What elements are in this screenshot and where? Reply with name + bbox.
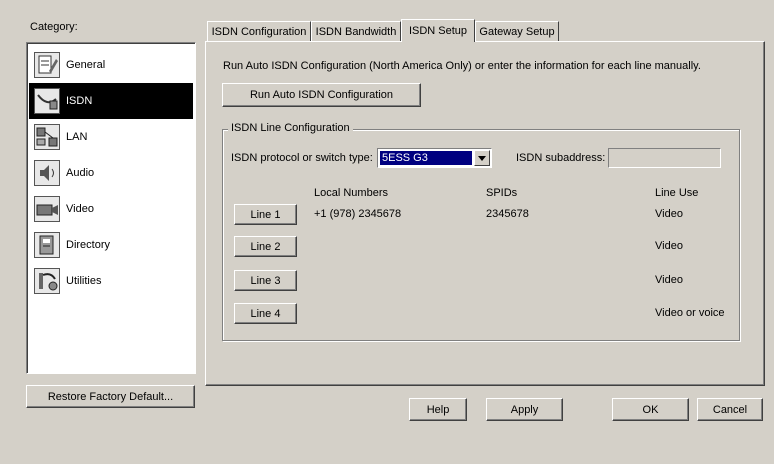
line-1-use: Video xyxy=(655,208,683,220)
category-item-label: Utilities xyxy=(66,275,102,287)
restore-factory-default-button[interactable]: Restore Factory Default... xyxy=(26,385,195,408)
ok-button[interactable]: OK xyxy=(612,398,689,421)
lan-icon xyxy=(34,124,60,150)
subaddress-label: ISDN subaddress: xyxy=(516,152,606,164)
utilities-icon xyxy=(34,268,60,294)
category-item-isdn[interactable]: ISDN xyxy=(29,83,193,119)
category-item-label: LAN xyxy=(66,131,88,143)
tab-gateway-setup[interactable]: Gateway Setup xyxy=(475,21,559,41)
help-button[interactable]: Help xyxy=(409,398,467,421)
tab-isdn-configuration[interactable]: ISDN Configuration xyxy=(207,21,311,41)
intro-text: Run Auto ISDN Configuration (North Ameri… xyxy=(223,60,701,72)
spids-header: SPIDs xyxy=(486,187,518,199)
line-2-use: Video xyxy=(655,240,683,252)
apply-button[interactable]: Apply xyxy=(486,398,563,421)
cancel-button[interactable]: Cancel xyxy=(697,398,763,421)
category-item-label: Video xyxy=(66,203,94,215)
line-3-button[interactable]: Line 3 xyxy=(234,270,297,291)
category-item-label: General xyxy=(66,59,106,71)
line-1-local-number: +1 (978) 2345678 xyxy=(314,208,402,220)
tab-isdn-bandwidth[interactable]: ISDN Bandwidth xyxy=(311,21,401,41)
line-4-use: Video or voice xyxy=(655,307,725,319)
tab-isdn-setup[interactable]: ISDN Setup xyxy=(401,19,475,42)
group-title: ISDN Line Configuration xyxy=(228,122,353,134)
line-use-header: Line Use xyxy=(655,187,699,199)
protocol-label: ISDN protocol or switch type: xyxy=(231,152,373,164)
category-item-video[interactable]: Video xyxy=(29,191,193,227)
line-3-use: Video xyxy=(655,274,683,286)
line-2-button[interactable]: Line 2 xyxy=(234,236,297,257)
subaddress-field[interactable] xyxy=(608,148,721,168)
category-item-label: Directory xyxy=(66,239,111,251)
category-item-directory[interactable]: Directory xyxy=(29,227,193,263)
category-item-label: Audio xyxy=(66,167,95,179)
category-item-general[interactable]: General xyxy=(29,47,193,83)
category-list: General ISDN LAN Audio Video Directory U… xyxy=(26,42,196,374)
local-numbers-header: Local Numbers xyxy=(314,187,388,199)
line-1-button[interactable]: Line 1 xyxy=(234,204,297,225)
audio-icon xyxy=(34,160,60,186)
category-item-label: ISDN xyxy=(66,95,93,107)
category-item-utilities[interactable]: Utilities xyxy=(29,263,193,299)
protocol-value: 5ESS G3 xyxy=(380,151,472,165)
protocol-select[interactable]: 5ESS G3 xyxy=(377,148,492,168)
category-item-lan[interactable]: LAN xyxy=(29,119,193,155)
category-item-audio[interactable]: Audio xyxy=(29,155,193,191)
run-auto-isdn-configuration-button[interactable]: Run Auto ISDN Configuration xyxy=(222,83,421,107)
line-4-button[interactable]: Line 4 xyxy=(234,303,297,324)
line-1-spid: 2345678 xyxy=(486,208,529,220)
directory-icon xyxy=(34,232,60,258)
general-icon xyxy=(34,52,60,78)
chevron-down-icon[interactable] xyxy=(474,150,490,166)
video-icon xyxy=(34,196,60,222)
category-label: Category: xyxy=(30,21,78,33)
isdn-icon xyxy=(34,88,60,114)
